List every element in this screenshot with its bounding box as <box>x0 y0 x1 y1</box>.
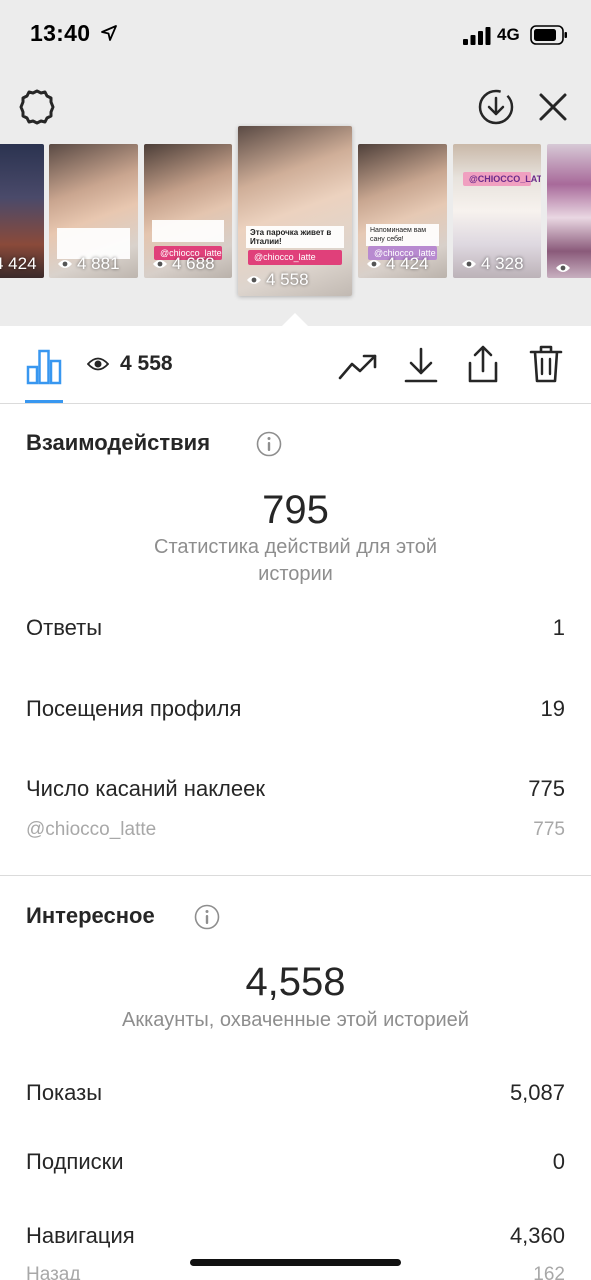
thumbnail-views-count: 4 328 <box>481 254 524 273</box>
thumbnail-caption: Эта парочка живет в Италии! <box>246 226 344 248</box>
download-circle-icon <box>478 89 514 125</box>
discovery-title: Интересное <box>26 903 155 928</box>
stat-sub-label: @chiocco_latte <box>26 819 157 840</box>
thumbnail-views-count: 4 688 <box>172 254 215 273</box>
status-time: 13:40 <box>30 20 91 46</box>
story-thumbnail[interactable]: 4 881 <box>49 144 138 278</box>
battery-icon <box>530 25 567 45</box>
close-icon <box>539 93 567 121</box>
stat-sub-row: @chiocco_latte 775 <box>26 819 565 841</box>
stat-value: 1 <box>552 615 565 640</box>
status-bar: 13:40 4G <box>0 0 591 70</box>
stat-sub-value: 775 <box>533 819 565 840</box>
story-thumbnail-strip[interactable]: 4 424 4 881 @chiocco_latte 4 688 Эта пар… <box>0 126 591 326</box>
eye-icon <box>367 260 381 268</box>
discovery-caption: Аккаунты, охваченные этой историей <box>122 1009 469 1031</box>
home-indicator[interactable] <box>190 1259 401 1266</box>
thumbnail-views-count: 4 881 <box>77 254 120 273</box>
stat-value: 0 <box>552 1149 565 1174</box>
stat-label: Навигация <box>26 1223 135 1248</box>
stat-label: Ответы <box>26 615 103 640</box>
eye-icon <box>247 276 261 284</box>
stat-value: 4,360 <box>509 1223 565 1248</box>
eye-icon <box>87 357 109 371</box>
thumbnail-mention-tag: @CHIOCCO_LATTE <box>463 172 541 186</box>
insights-tab-button[interactable] <box>22 346 66 386</box>
thumbnail-views: 4 688 <box>152 254 215 274</box>
thumbnail-views-count: 4 424 <box>386 254 429 273</box>
story-thumbnail[interactable]: Напоминаем вам сану себя! @chiocco_latte… <box>358 144 447 278</box>
thumbnail-views: 4 328 <box>461 254 524 274</box>
story-toolbar: 4 558 <box>0 326 591 404</box>
share-button[interactable] <box>462 342 504 386</box>
interactions-caption: Статистика действий для этой истории <box>154 536 437 585</box>
top-area: 13:40 4G 424 4 881 @chiocco_latte 4 688 … <box>0 0 591 326</box>
eye-icon <box>556 264 570 272</box>
thumbnail-mention-tag: @chiocco_latte <box>248 250 342 265</box>
stat-label: Число касаний наклеек <box>26 776 265 801</box>
discovery-total: 4,558 <box>245 960 346 1004</box>
eye-icon <box>153 260 167 268</box>
thumbnail-caption: Напоминаем вам сану себя! <box>366 224 439 246</box>
save-button[interactable] <box>400 344 442 386</box>
stat-sub-label: Назад <box>26 1264 81 1280</box>
stat-label: Посещения профиля <box>26 696 242 721</box>
close-button[interactable] <box>532 86 574 128</box>
settings-button[interactable] <box>16 86 58 128</box>
promote-button[interactable] <box>336 346 380 386</box>
eye-icon <box>58 260 72 268</box>
stat-row: Подписки 0 <box>26 1149 565 1175</box>
selected-story-pointer <box>282 313 308 326</box>
download-icon <box>404 347 438 383</box>
thumbnail-views-count: 4 424 <box>0 254 37 273</box>
stat-row: Посещения профиля 19 <box>26 696 565 722</box>
thumbnail-views-count: 4 558 <box>266 270 309 289</box>
eye-icon <box>462 260 476 268</box>
stat-row: Число касаний наклеек 775 <box>26 776 565 802</box>
stat-value: 775 <box>528 776 565 801</box>
interactions-total: 795 <box>262 488 329 532</box>
thumbnail-caption <box>152 220 224 242</box>
stat-label: Подписки <box>26 1149 124 1174</box>
story-views-count: 4 558 <box>120 352 173 375</box>
cellular-signal-icon <box>463 27 491 45</box>
share-icon <box>468 345 498 383</box>
stat-row: Ответы 1 <box>26 615 565 641</box>
thumbnail-views <box>555 262 571 274</box>
thumbnail-views: 4 424 <box>366 254 429 274</box>
network-type: 4G <box>497 25 520 44</box>
stat-sub-row: Назад 162 <box>26 1264 565 1280</box>
story-thumbnail-active[interactable]: Эта парочка живет в Италии! @chiocco_lat… <box>238 126 352 296</box>
thumbnail-views: 4 424 <box>0 254 37 274</box>
thumbnail-views: 4 881 <box>57 254 120 274</box>
delete-button[interactable] <box>525 342 567 386</box>
stat-sub-value: 162 <box>533 1264 565 1280</box>
trending-up-icon <box>338 354 377 380</box>
story-thumbnail[interactable]: 4 424 <box>0 144 44 278</box>
stat-value: 19 <box>540 696 565 721</box>
stat-row: Показы 5,087 <box>26 1080 565 1106</box>
interactions-title: Взаимодействия <box>26 430 211 455</box>
stat-row: Навигация 4,360 <box>26 1223 565 1249</box>
bar-chart-icon <box>26 349 62 385</box>
stat-value: 5,087 <box>509 1080 565 1105</box>
section-divider <box>0 875 591 876</box>
story-thumbnail[interactable]: @chiocco_latte 4 688 <box>144 144 232 278</box>
download-story-button[interactable] <box>475 86 517 128</box>
story-thumbnail[interactable] <box>547 144 591 278</box>
active-tab-indicator <box>25 400 63 403</box>
info-icon[interactable] <box>256 431 282 457</box>
story-thumbnail[interactable]: @CHIOCCO_LATTE 4 328 <box>453 144 541 278</box>
thumbnail-views: 4 558 <box>246 270 309 290</box>
stat-label: Показы <box>26 1080 103 1105</box>
info-icon[interactable] <box>194 904 220 930</box>
location-arrow-icon <box>101 25 117 41</box>
gear-icon <box>19 89 55 125</box>
trash-icon <box>529 345 563 383</box>
